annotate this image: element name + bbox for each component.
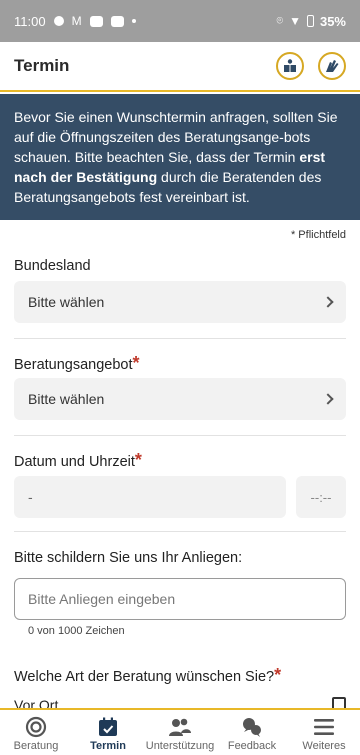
page-title: Termin <box>14 56 70 75</box>
youtube-icon-2 <box>110 15 124 27</box>
app-header: Termin <box>0 42 360 92</box>
state-label: Bundesland <box>14 258 91 274</box>
status-time: 11:00 <box>14 13 46 29</box>
consult-type-label-text: Welche Art der Beratung wünschen Sie? <box>14 669 275 685</box>
nav-label: Termin <box>90 740 126 752</box>
menu-icon <box>314 719 334 735</box>
required-mark: * <box>134 450 142 470</box>
state-select[interactable]: Bitte wählen <box>14 281 346 323</box>
nav-item-weiteres[interactable]: Weiteres <box>288 710 360 755</box>
location-icon: ⌾ <box>276 14 284 27</box>
youtube-icon <box>89 15 103 27</box>
chat-icon <box>243 718 261 737</box>
date-value: - <box>28 489 33 505</box>
character-counter: 0 von 1000 Zeichen <box>28 625 125 637</box>
target-icon <box>25 716 47 738</box>
datetime-label: Datum und Uhrzeit* <box>14 450 142 471</box>
offer-select-value: Bitte wählen <box>28 391 105 407</box>
bottom-navigation: Beratung Termin Unterstützung Feedback W… <box>0 708 360 755</box>
offer-label: Beratungsangebot* <box>14 353 140 374</box>
divider <box>14 435 346 436</box>
concern-label: Bitte schildern Sie uns Ihr Anliegen: <box>14 550 243 566</box>
required-mark: * <box>274 665 282 685</box>
nav-label: Weiteres <box>302 740 346 752</box>
info-banner: Bevor Sie einen Wunschtermin anfragen, s… <box>0 94 360 220</box>
more-notifications-icon <box>131 19 136 23</box>
divider <box>14 531 346 532</box>
nav-item-unterstuetzung[interactable]: Unterstützung <box>144 710 216 755</box>
status-bar: 11:00 M ⌾ ▼ 35% <box>0 0 360 42</box>
consult-type-label: Welche Art der Beratung wünschen Sie?* <box>14 665 281 686</box>
date-field[interactable]: - <box>14 476 286 518</box>
state-select-value: Bitte wählen <box>28 294 105 310</box>
people-icon <box>169 718 191 736</box>
time-value: --:-- <box>310 489 332 505</box>
chevron-right-icon <box>322 296 334 308</box>
nav-label: Unterstützung <box>145 740 215 752</box>
nav-item-termin[interactable]: Termin <box>72 710 144 755</box>
datetime-label-text: Datum und Uhrzeit <box>14 454 135 470</box>
book-person-icon <box>284 59 296 72</box>
calendar-icon <box>99 717 117 736</box>
sign-language-button[interactable] <box>318 52 346 80</box>
concern-placeholder: Bitte Anliegen eingeben <box>28 591 176 607</box>
nav-item-beratung[interactable]: Beratung <box>0 710 72 755</box>
required-mark: * <box>132 353 140 373</box>
gmail-icon: M <box>71 14 82 28</box>
banner-text-start: Bevor Sie einen Wunschtermin anfragen, s… <box>14 109 338 165</box>
offer-select[interactable]: Bitte wählen <box>14 378 346 420</box>
time-field[interactable]: --:-- <box>296 476 346 518</box>
nav-label: Beratung <box>13 740 59 752</box>
chevron-right-icon <box>322 393 334 405</box>
nav-item-feedback[interactable]: Feedback <box>216 710 288 755</box>
divider <box>14 338 346 339</box>
sign-language-icon <box>326 60 339 72</box>
battery-level: 35% <box>319 13 346 29</box>
required-note: * Pflichtfeld <box>290 229 346 241</box>
wifi-icon: ▼ <box>289 14 301 28</box>
nav-label: Feedback <box>227 740 277 752</box>
notification-icon <box>53 16 64 26</box>
concern-input[interactable]: Bitte Anliegen eingeben <box>14 578 346 620</box>
offer-label-text: Beratungsangebot <box>14 357 133 373</box>
battery-icon <box>306 15 314 27</box>
easy-language-button[interactable] <box>276 52 304 80</box>
